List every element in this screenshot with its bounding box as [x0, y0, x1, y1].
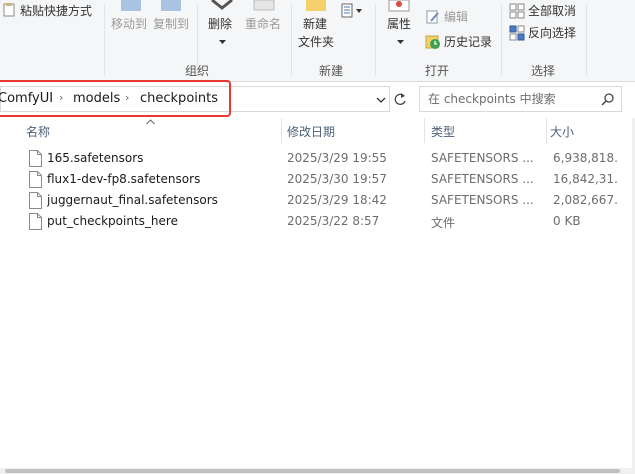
file-date: 2025/3/29 19:55: [287, 151, 387, 165]
column-header-row: 名称 修改日期 类型 大小: [0, 118, 635, 144]
new-folder-button-line2: 文件夹: [298, 35, 335, 49]
breadcrumb-checkpoints[interactable]: checkpoints: [140, 91, 218, 106]
breadcrumb-chevron-icon[interactable]: ›: [125, 91, 129, 104]
rename-icon: [252, 0, 276, 15]
file-name: juggernaut_final.safetensors: [47, 193, 218, 207]
file-date: 2025/3/29 18:42: [287, 193, 387, 207]
table-row[interactable]: juggernaut_final.safetensors 2025/3/29 1…: [0, 191, 632, 212]
group-divider: [291, 4, 292, 76]
paste-shortcut-button[interactable]: 粘贴快捷方式: [20, 3, 92, 19]
file-date: 2025/3/22 8:57: [287, 214, 380, 228]
file-type: SAFETENSORS ...: [431, 151, 534, 165]
column-header-size[interactable]: 大小: [550, 123, 574, 140]
group-divider: [586, 4, 587, 76]
invert-selection-icon: [509, 25, 525, 44]
file-size: 2,082,667...: [553, 193, 618, 207]
edit-button[interactable]: 编辑: [444, 9, 468, 25]
select-none-icon: [509, 3, 525, 22]
delete-button[interactable]: 删除: [208, 16, 232, 32]
new-folder-icon: [305, 0, 327, 15]
address-history-dropdown-icon[interactable]: [375, 94, 387, 106]
column-header-type[interactable]: 类型: [431, 123, 455, 140]
sort-ascending-icon: [146, 114, 155, 128]
open-group-label: 打开: [425, 64, 450, 78]
properties-dropdown-icon[interactable]: [397, 34, 404, 48]
new-folder-button[interactable]: 新建: [303, 16, 327, 32]
file-type: SAFETENSORS ...: [431, 172, 534, 186]
column-divider[interactable]: [424, 118, 425, 144]
properties-button[interactable]: 属性: [387, 16, 411, 32]
search-box: [419, 86, 622, 112]
column-divider[interactable]: [281, 118, 282, 144]
delete-dropdown-icon[interactable]: [219, 34, 226, 48]
copy-to-icon: [158, 0, 184, 15]
properties-icon: [388, 0, 410, 15]
file-icon: [29, 192, 42, 212]
table-row[interactable]: 165.safetensors 2025/3/29 19:55 SAFETENS…: [0, 149, 632, 170]
horizontal-scrollbar-thumb[interactable]: [5, 469, 620, 473]
organize-group-label: 组织: [185, 64, 210, 78]
file-type: SAFETENSORS ...: [431, 193, 534, 207]
file-size: 16,842,31...: [553, 172, 618, 186]
new-group-label: 新建: [319, 64, 344, 78]
file-icon: [29, 150, 42, 170]
move-to-button[interactable]: 移动到: [111, 16, 147, 32]
select-group-label: 选择: [531, 64, 556, 78]
search-input[interactable]: [428, 90, 598, 108]
address-row: ComfyUI › models › checkpoints: [0, 86, 635, 114]
column-header-date[interactable]: 修改日期: [287, 123, 335, 140]
group-divider: [375, 4, 376, 76]
file-name: put_checkpoints_here: [47, 214, 178, 228]
search-icon[interactable]: [601, 92, 615, 109]
invert-selection-button[interactable]: 反向选择: [528, 25, 576, 41]
address-bar[interactable]: ComfyUI › models › checkpoints: [0, 86, 390, 112]
column-divider[interactable]: [546, 118, 547, 144]
file-date: 2025/3/30 19:57: [287, 172, 387, 186]
file-name: 165.safetensors: [47, 151, 144, 165]
file-name: flux1-dev-fp8.safetensors: [47, 172, 201, 186]
file-size: 0 KB: [553, 214, 581, 228]
move-to-icon: [118, 0, 144, 15]
group-divider: [501, 4, 502, 76]
horizontal-scrollbar[interactable]: [0, 468, 635, 474]
breadcrumb-models[interactable]: models: [73, 91, 120, 106]
table-row[interactable]: flux1-dev-fp8.safetensors 2025/3/30 19:5…: [0, 170, 632, 191]
history-button[interactable]: 历史记录: [444, 34, 492, 50]
file-icon: [29, 171, 42, 191]
select-none-button[interactable]: 全部取消: [528, 3, 576, 19]
paste-shortcut-icon: [2, 3, 16, 20]
copy-to-button[interactable]: 复制到: [153, 16, 189, 32]
table-row[interactable]: put_checkpoints_here 2025/3/22 8:57 文件 0…: [0, 212, 632, 233]
breadcrumb-chevron-icon[interactable]: ›: [59, 91, 63, 104]
file-icon: [29, 213, 42, 233]
history-icon: [425, 34, 441, 53]
breadcrumb-comfyui[interactable]: ComfyUI: [0, 91, 53, 106]
ribbon: 粘贴快捷方式 移动到 复制到 删除 重命名 组织 新建 文件夹 新建 属性 编辑…: [0, 0, 635, 82]
group-divider: [104, 4, 105, 76]
delete-icon: [210, 0, 234, 15]
file-type: 文件: [431, 216, 456, 230]
refresh-icon[interactable]: [391, 88, 409, 110]
edit-icon: [425, 9, 441, 28]
rename-button[interactable]: 重命名: [245, 16, 281, 32]
file-size: 6,938,818...: [553, 151, 618, 165]
column-header-name[interactable]: 名称: [26, 123, 50, 140]
new-item-icon[interactable]: [341, 3, 363, 22]
